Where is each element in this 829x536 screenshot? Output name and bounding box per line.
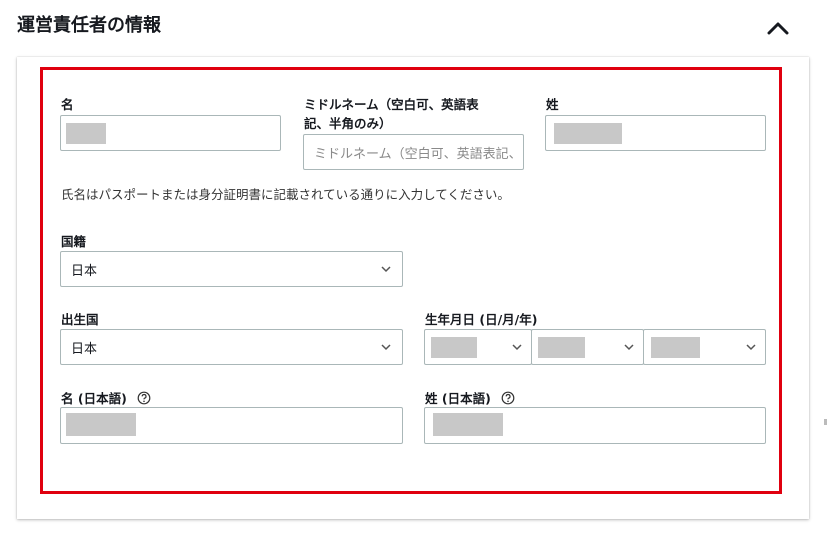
first-name-input[interactable] — [60, 115, 281, 151]
section-title: 運営責任者の情報 — [17, 15, 161, 36]
first-name-ja-label: 名 (日本語) — [61, 389, 151, 408]
redacted-value — [66, 123, 106, 144]
redacted-value — [538, 337, 585, 358]
nationality-value: 日本 — [71, 263, 98, 279]
last-name-ja-label-text: 姓 (日本語) — [425, 391, 491, 406]
chevron-down-icon — [746, 344, 756, 351]
name-hint-text: 氏名はパスポートまたは身分証明書に記載されている通りに入力してください。 — [61, 187, 510, 202]
redacted-value — [651, 337, 700, 358]
redacted-value — [431, 337, 477, 358]
last-name-ja-label: 姓 (日本語) — [425, 389, 515, 408]
birth-day-select[interactable] — [424, 329, 532, 365]
first-name-ja-input[interactable] — [60, 407, 403, 444]
redacted-value — [554, 123, 622, 144]
chevron-down-icon — [512, 344, 522, 351]
birth-date-label: 生年月日 (日/月/年) — [425, 312, 538, 327]
section-header: 運営責任者の情報 — [0, 0, 829, 56]
question-circle-icon[interactable] — [137, 391, 151, 405]
middle-name-label-line1: ミドルネーム（空白可、英語表 — [304, 97, 479, 112]
chevron-down-icon — [624, 344, 634, 351]
last-name-ja-input[interactable] — [424, 407, 766, 444]
scroll-indicator — [824, 419, 827, 425]
last-name-input[interactable] — [545, 115, 766, 151]
chevron-down-icon — [381, 266, 391, 273]
nationality-label: 国籍 — [61, 234, 87, 249]
question-circle-icon[interactable] — [501, 391, 515, 405]
redacted-value — [433, 413, 503, 436]
birth-year-select[interactable] — [643, 329, 766, 365]
chevron-down-icon — [381, 344, 391, 351]
collapse-button[interactable] — [764, 14, 792, 42]
nationality-select[interactable]: 日本 — [60, 251, 403, 287]
birth-country-label: 出生国 — [61, 312, 99, 327]
birth-month-select[interactable] — [531, 329, 644, 365]
last-name-label: 姓 — [546, 97, 559, 112]
middle-name-label-line2: 記、半角のみ） — [304, 116, 392, 131]
birth-country-select[interactable]: 日本 — [60, 329, 403, 365]
middle-name-input[interactable]: ミドルネーム（空白可、英語表記、半角のみ） — [303, 134, 524, 170]
middle-name-placeholder: ミドルネーム（空白可、英語表記、半角のみ） — [314, 146, 517, 162]
chevron-up-icon — [767, 22, 789, 35]
redacted-value — [66, 413, 136, 436]
birth-country-value: 日本 — [71, 341, 98, 357]
first-name-ja-label-text: 名 (日本語) — [61, 391, 127, 406]
first-name-label: 名 — [61, 97, 74, 112]
